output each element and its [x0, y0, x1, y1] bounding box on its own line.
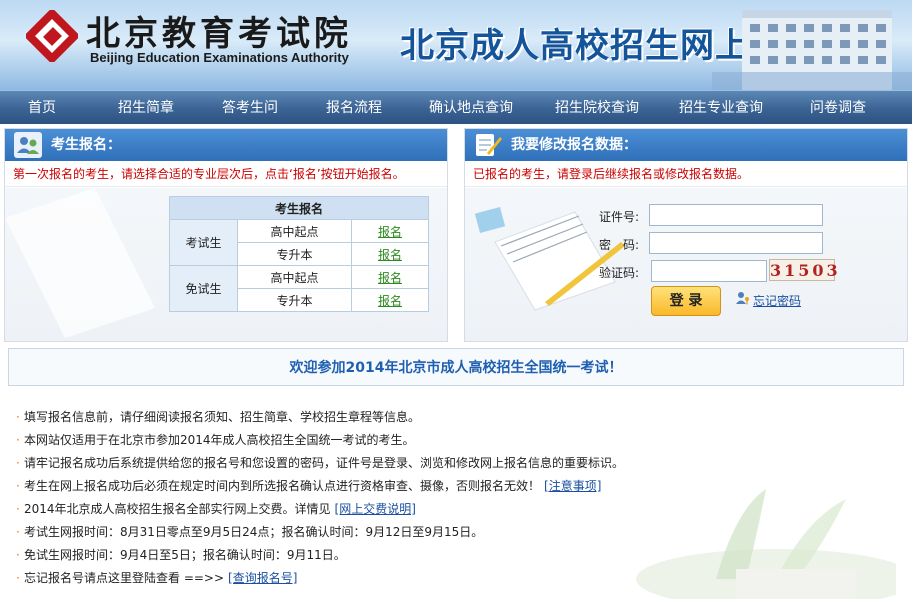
login-panel: 我要修改报名数据： 已报名的考生，请登录后继续报名或修改报名数据。 证件号: 密… [464, 128, 908, 342]
level-label: 高中起点 [237, 219, 352, 243]
bullet-dot-icon: · [16, 410, 20, 424]
captcha-image[interactable]: 31503 [769, 259, 838, 281]
register-link-exam-highschool[interactable]: 报名 [378, 225, 402, 239]
users-icon [14, 132, 42, 158]
nav-institution-query[interactable]: 招生院校查询 [542, 91, 652, 125]
bullet-dot-icon: · [16, 479, 20, 493]
notice-item: · 2014年北京成人高校招生报名全部实行网上交费。详情见 [网上交费说明] [16, 498, 896, 521]
nav-confirm-location[interactable]: 确认地点查询 [416, 91, 526, 125]
id-number-label: 证件号: [599, 210, 640, 224]
welcome-banner: 欢迎参加2014年北京市成人高校招生全国统一考试！ [8, 348, 904, 386]
notice-item: · 本网站仅适用于在北京市参加2014年成人高校招生全国统一考试的考生。 [16, 429, 896, 452]
notice-item: · 免试生网报时间：9月4日至5日；报名确认时间：9月11日。 [16, 544, 896, 567]
notice-text: 填写报名信息前，请仔细阅读报名须知、招生简章、学校招生章程等信息。 [24, 410, 421, 424]
notice-item: · 请牢记报名成功后系统提供给您的报名号和您设置的密码，证件号是登录、浏览和修改网… [16, 452, 896, 475]
notice-link-query-number[interactable]: [查询报名号] [228, 571, 297, 585]
level-label: 高中起点 [237, 265, 352, 289]
bullet-dot-icon: · [16, 502, 20, 516]
login-button[interactable]: 登 录 [651, 286, 721, 316]
register-cell: 报名 [351, 265, 429, 289]
notice-item: · 填写报名信息前，请仔细阅读报名须知、招生简章、学校招生章程等信息。 [16, 406, 896, 429]
building-illustration-icon [712, 10, 912, 90]
register-notice: 第一次报名的考生，请选择合适的专业层次后，点击‘报名’按钮开始报名。 [5, 161, 447, 187]
notice-link-payment-guide[interactable]: [网上交费说明] [335, 502, 416, 516]
notice-item: · 考生在网上报名成功后必须在规定时间内到所选报名确认点进行资格审查、摄像，否则报… [16, 475, 896, 498]
edit-document-icon [476, 134, 502, 156]
bullet-dot-icon: · [16, 548, 20, 562]
logo-chinese-name: 北京教育考试院 [86, 14, 352, 54]
login-panel-title: 我要修改报名数据： [511, 137, 637, 153]
register-cell: 报名 [351, 288, 429, 312]
bullet-dot-icon: · [16, 571, 20, 585]
notice-text: 2014年北京成人高校招生报名全部实行网上交费。详情见 [24, 502, 331, 516]
register-link-exempt-highschool[interactable]: 报名 [378, 271, 402, 285]
notice-list: · 填写报名信息前，请仔细阅读报名须知、招生简章、学校招生章程等信息。 · 本网站仅… [16, 406, 896, 599]
bullet-dot-icon: · [16, 525, 20, 539]
notice-text: 考试生网报时间：8月31日零点至9月5日24点；报名确认时间：9月12日至9月1… [24, 525, 484, 539]
level-label: 专升本 [237, 288, 352, 312]
decorative-paper-icon [5, 188, 155, 338]
nav-qa[interactable]: 答考生问 [208, 91, 292, 125]
notice-link-precautions[interactable]: [注意事项] [544, 479, 601, 493]
bullet-dot-icon: · [16, 433, 20, 447]
nav-survey[interactable]: 问卷调查 [796, 91, 880, 125]
user-key-icon [736, 292, 749, 305]
forgot-password-link[interactable]: 忘记密码 [753, 292, 801, 309]
register-cell: 报名 [351, 219, 429, 243]
site-header: 北京教育考试院 Beijing Education Examinations A… [0, 0, 912, 90]
register-panel-title: 考生报名： [51, 137, 121, 153]
registration-table-header: 考生报名 [169, 196, 429, 220]
id-number-input[interactable] [649, 204, 823, 226]
group-exam-student: 考试生 [169, 219, 238, 266]
notice-text: 本网站仅适用于在北京市参加2014年成人高校招生全国统一考试的考生。 [24, 433, 415, 447]
login-panel-body: 证件号: 密 码: 验证码: 31503 登 录 忘记密码 [465, 188, 907, 341]
logo-english-name: Beijing Education Examinations Authority [90, 50, 349, 65]
notice-item: · 忘记报名号请点这里登陆查看 ==>> [查询报名号] [16, 567, 896, 590]
login-panel-header: 我要修改报名数据： [465, 129, 907, 161]
login-notice: 已报名的考生，请登录后继续报名或修改报名数据。 [465, 161, 907, 187]
register-panel-header: 考生报名： [5, 129, 447, 161]
password-label: 密 码: [599, 238, 640, 252]
register-panel-body: 考生报名 考试生 高中起点 报名 专升本 报名 免试生 高中起点 报名 专升本 … [5, 188, 447, 341]
captcha-label: 验证码: [599, 266, 640, 280]
captcha-input[interactable] [651, 260, 767, 282]
nav-major-query[interactable]: 招生专业查询 [666, 91, 776, 125]
group-exempt-student: 免试生 [169, 265, 238, 312]
bullet-dot-icon: · [16, 456, 20, 470]
password-input[interactable] [649, 232, 823, 254]
register-panel: 考生报名： 第一次报名的考生，请选择合适的专业层次后，点击‘报名’按钮开始报名。… [4, 128, 448, 342]
notice-text: 忘记报名号请点这里登陆查看 ==>> [24, 571, 225, 585]
notice-item: · 考试生网报时间：8月31日零点至9月5日24点；报名确认时间：9月12日至9月… [16, 521, 896, 544]
exam-authority-logo-icon [26, 10, 78, 62]
notice-text: 免试生网报时间：9月4日至5日；报名确认时间：9月11日。 [24, 548, 346, 562]
notice-text: 请牢记报名成功后系统提供给您的报名号和您设置的密码，证件号是登录、浏览和修改网上… [24, 456, 625, 470]
register-cell: 报名 [351, 242, 429, 266]
registration-table: 考生报名 考试生 高中起点 报名 专升本 报名 免试生 高中起点 报名 专升本 … [169, 196, 429, 312]
notice-text: 考生在网上报名成功后必须在规定时间内到所选报名确认点进行资格审查、摄像，否则报名… [24, 479, 541, 493]
register-link-exam-upgrade[interactable]: 报名 [378, 248, 402, 262]
register-link-exempt-upgrade[interactable]: 报名 [378, 294, 402, 308]
nav-home[interactable]: 首页 [10, 91, 74, 125]
main-nav: 首页 招生简章 答考生问 报名流程 确认地点查询 招生院校查询 招生专业查询 问… [0, 90, 912, 124]
level-label: 专升本 [237, 242, 352, 266]
nav-registration-process[interactable]: 报名流程 [312, 91, 396, 125]
nav-admission-brochure[interactable]: 招生简章 [104, 91, 188, 125]
